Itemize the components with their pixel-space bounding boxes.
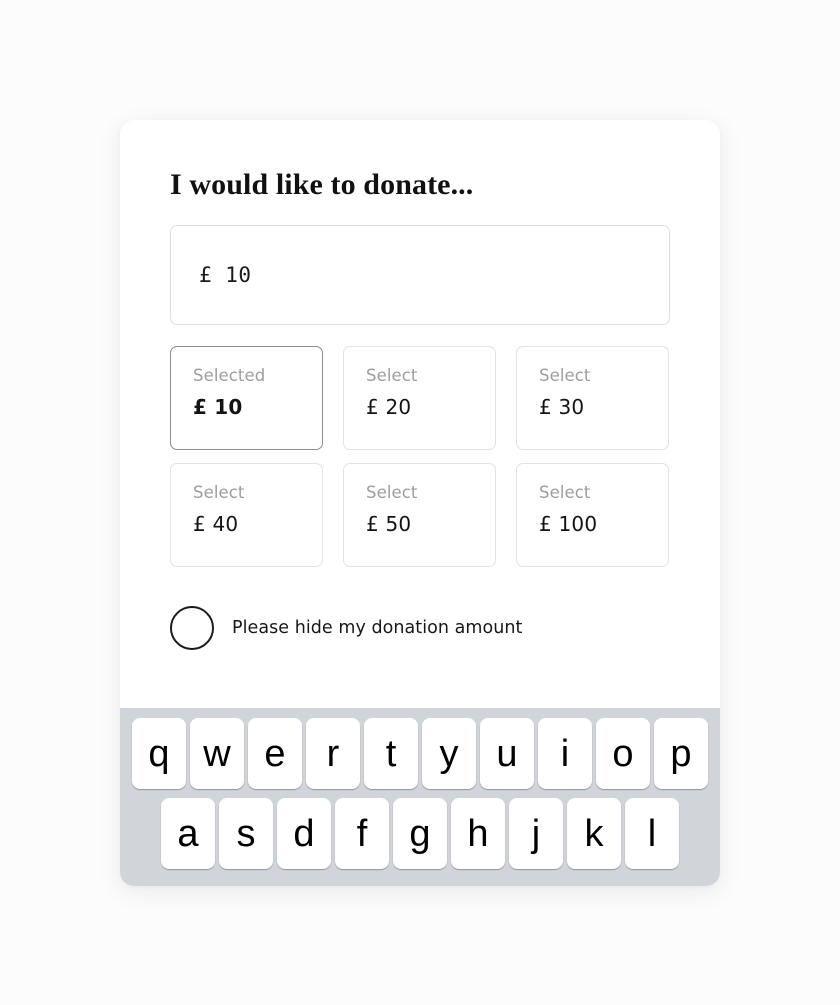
preset-amount-label: £ 50 [366,511,412,536]
keyboard-row-home: a s d f g h j k l [161,798,679,869]
preset-amount-option-30[interactable]: Select £ 30 [516,346,669,450]
preset-amount-option-100[interactable]: Select £ 100 [516,463,669,567]
key-w[interactable]: w [190,718,244,789]
key-o[interactable]: o [596,718,650,789]
key-e[interactable]: e [248,718,302,789]
key-h[interactable]: h [451,798,505,869]
key-r[interactable]: r [306,718,360,789]
key-i[interactable]: i [538,718,592,789]
key-f[interactable]: f [335,798,389,869]
on-screen-keyboard: q w e r t y u i o p a s d f g h j k l [120,708,720,886]
preset-state-label: Select [539,366,591,385]
donation-form-area: I would like to donate... £ 10 Selected … [120,120,720,708]
preset-amount-label: £ 100 [539,511,598,536]
key-y[interactable]: y [422,718,476,789]
page-title: I would like to donate... [170,168,474,201]
preset-state-label: Selected [193,366,266,385]
key-k[interactable]: k [567,798,621,869]
donation-amount-input[interactable]: £ 10 [170,225,670,325]
key-t[interactable]: t [364,718,418,789]
donation-form-card: I would like to donate... £ 10 Selected … [120,120,720,886]
preset-amount-label: £ 10 [193,394,243,419]
key-d[interactable]: d [277,798,331,869]
preset-amount-option-20[interactable]: Select £ 20 [343,346,496,450]
preset-state-label: Select [366,366,418,385]
hide-donation-amount-radio-icon[interactable] [170,606,214,650]
preset-amount-grid: Selected £ 10 Select £ 20 Select £ 30 Se… [170,346,670,567]
hide-donation-amount-option[interactable]: Please hide my donation amount [170,606,670,650]
key-a[interactable]: a [161,798,215,869]
preset-amount-label: £ 20 [366,394,412,419]
page-root: I would like to donate... £ 10 Selected … [0,0,840,1005]
key-g[interactable]: g [393,798,447,869]
preset-amount-option-40[interactable]: Select £ 40 [170,463,323,567]
key-l[interactable]: l [625,798,679,869]
preset-amount-option-10[interactable]: Selected £ 10 [170,346,323,450]
donation-amount-value: £ 10 [199,263,252,287]
preset-state-label: Select [539,483,591,502]
preset-amount-option-50[interactable]: Select £ 50 [343,463,496,567]
preset-state-label: Select [366,483,418,502]
key-q[interactable]: q [132,718,186,789]
hide-donation-amount-label: Please hide my donation amount [232,618,523,638]
key-s[interactable]: s [219,798,273,869]
preset-amount-label: £ 40 [193,511,239,536]
preset-state-label: Select [193,483,245,502]
key-j[interactable]: j [509,798,563,869]
key-p[interactable]: p [654,718,708,789]
preset-amount-label: £ 30 [539,394,585,419]
keyboard-row-top: q w e r t y u i o p [132,718,708,789]
key-u[interactable]: u [480,718,534,789]
